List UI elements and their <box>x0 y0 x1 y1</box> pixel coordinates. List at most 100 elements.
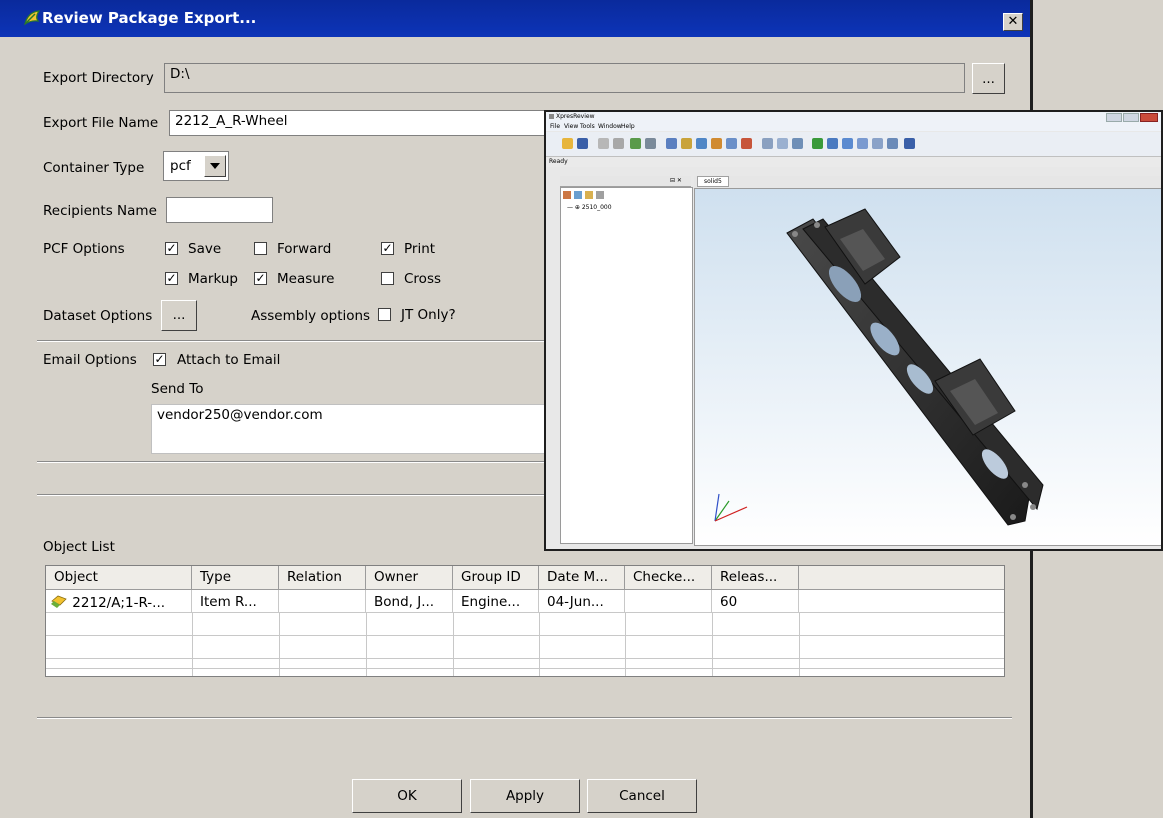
viewer-app-icon <box>549 114 554 119</box>
export-directory-field[interactable]: D:\ <box>164 63 965 93</box>
window-icon[interactable] <box>872 138 883 149</box>
forward-checkbox[interactable] <box>254 242 267 255</box>
close-button[interactable]: ✕ <box>1003 13 1023 31</box>
rotate-icon[interactable] <box>666 138 677 149</box>
checkmark-icon: ✓ <box>382 241 393 255</box>
export-file-name-value: 2212_A_R-Wheel <box>175 113 288 129</box>
column-header-date-modified[interactable]: Date M... <box>539 566 625 590</box>
apply-button[interactable]: Apply <box>470 779 580 813</box>
print-checkbox[interactable]: ✓ <box>381 242 394 255</box>
zoom-in-icon[interactable] <box>842 138 853 149</box>
tree-tool-icon[interactable] <box>563 191 571 199</box>
layer-icon[interactable] <box>792 138 803 149</box>
column-header-group-id[interactable]: Group ID <box>453 566 539 590</box>
grid-line <box>539 613 540 676</box>
ok-button[interactable]: OK <box>352 779 462 813</box>
object-list-label: Object List <box>43 539 115 555</box>
cell-empty <box>799 590 1004 613</box>
save-icon[interactable] <box>577 138 588 149</box>
cell-group-id: Engine... <box>453 590 539 613</box>
print-preview-icon[interactable] <box>613 138 624 149</box>
cancel-button[interactable]: Cancel <box>587 779 697 813</box>
viewer-menu-file[interactable]: File <box>550 123 560 130</box>
checkmark-icon: ✓ <box>154 352 165 366</box>
dialog-titlebar[interactable]: Review Package Export... ✕ <box>0 0 1030 37</box>
viewer-menu-window[interactable]: Window <box>598 123 622 130</box>
viewer-menu-tools[interactable]: Tools <box>580 123 595 130</box>
viewer-panel-close[interactable]: ⊟ ✕ <box>670 177 682 184</box>
viewer-minimize-icon[interactable] <box>1106 113 1122 122</box>
save-checkbox[interactable]: ✓ <box>165 242 178 255</box>
tree-tool-icon[interactable] <box>596 191 604 199</box>
zoom-window-icon[interactable] <box>827 138 838 149</box>
tree-item[interactable]: — ⊕ 2510_000 <box>567 204 612 211</box>
viewer-close-icon[interactable] <box>1140 113 1158 122</box>
column-header-relation[interactable]: Relation <box>279 566 366 590</box>
open-icon[interactable] <box>562 138 573 149</box>
jt-only-checkbox[interactable] <box>378 308 391 321</box>
help-icon[interactable] <box>904 138 915 149</box>
dialog-title: Review Package Export... <box>42 9 257 27</box>
container-type-dropdown-button[interactable] <box>204 155 226 177</box>
container-type-select[interactable]: pcf <box>163 151 229 181</box>
separator <box>37 340 547 342</box>
cross-label: Cross <box>404 271 442 287</box>
column-header-empty <box>799 566 1004 590</box>
markup-icon[interactable] <box>630 138 641 149</box>
dataset-options-button-label: ... <box>172 307 186 323</box>
viewer-status-bar: Ready <box>546 157 1161 167</box>
viewer-3d-canvas[interactable] <box>694 188 1161 546</box>
recipients-name-input[interactable] <box>166 197 273 223</box>
column-header-owner[interactable]: Owner <box>366 566 453 590</box>
section-icon[interactable] <box>741 138 752 149</box>
viewer-toolbar <box>546 132 1161 157</box>
undo-view-icon[interactable] <box>726 138 737 149</box>
fit-icon[interactable] <box>711 138 722 149</box>
table-row[interactable]: 2212/A;1-R-... <box>46 590 192 613</box>
column-header-object[interactable]: Object <box>46 566 192 590</box>
attach-to-email-checkbox[interactable]: ✓ <box>153 353 166 366</box>
layout-icon[interactable] <box>887 138 898 149</box>
frame-icon[interactable] <box>857 138 868 149</box>
cross-checkbox[interactable] <box>381 272 394 285</box>
render-icon[interactable] <box>777 138 788 149</box>
send-to-label: Send To <box>151 381 204 397</box>
refresh-icon[interactable] <box>812 138 823 149</box>
cell-date-modified: 04-Jun... <box>539 590 625 613</box>
browse-directory-button[interactable]: ... <box>972 63 1005 94</box>
print-icon[interactable] <box>598 138 609 149</box>
print-label: Print <box>404 241 436 257</box>
tree-item-label: 2510_000 <box>581 204 612 211</box>
cell-release: 60 <box>712 590 799 613</box>
separator <box>37 461 547 463</box>
viewer-menubar: File View Tools Window Help <box>546 122 1161 131</box>
markup-checkbox[interactable]: ✓ <box>165 272 178 285</box>
column-header-release[interactable]: Releas... <box>712 566 799 590</box>
attach-to-email-label: Attach to Email <box>177 352 281 368</box>
measure-checkbox[interactable]: ✓ <box>254 272 267 285</box>
checkmark-icon: ✓ <box>166 241 177 255</box>
save-label: Save <box>188 241 222 257</box>
column-header-type[interactable]: Type <box>192 566 279 590</box>
column-header-checked[interactable]: Checke... <box>625 566 712 590</box>
zoom-icon[interactable] <box>696 138 707 149</box>
viewer-titlebar: XpresReview <box>546 112 1161 122</box>
tree-tool-icon[interactable] <box>585 191 593 199</box>
grid-line <box>799 613 800 676</box>
send-to-input[interactable]: vendor250@vendor.com <box>151 404 547 454</box>
viewer-menu-view[interactable]: View <box>564 123 578 130</box>
tree-tool-icon[interactable] <box>574 191 582 199</box>
viewer-maximize-icon[interactable] <box>1123 113 1139 122</box>
pan-icon[interactable] <box>681 138 692 149</box>
dataset-options-button[interactable]: ... <box>161 300 197 331</box>
viewer-menu-help[interactable]: Help <box>621 123 635 130</box>
export-file-name-label: Export File Name <box>43 115 159 131</box>
grid-line <box>192 613 193 676</box>
forward-label: Forward <box>277 241 332 257</box>
grid-line <box>366 613 367 676</box>
table-row-empty <box>46 636 1004 659</box>
measure-icon[interactable] <box>645 138 656 149</box>
viewer-tab[interactable]: solid5 <box>697 176 729 187</box>
container-type-value: pcf <box>170 158 191 174</box>
view-icon[interactable] <box>762 138 773 149</box>
